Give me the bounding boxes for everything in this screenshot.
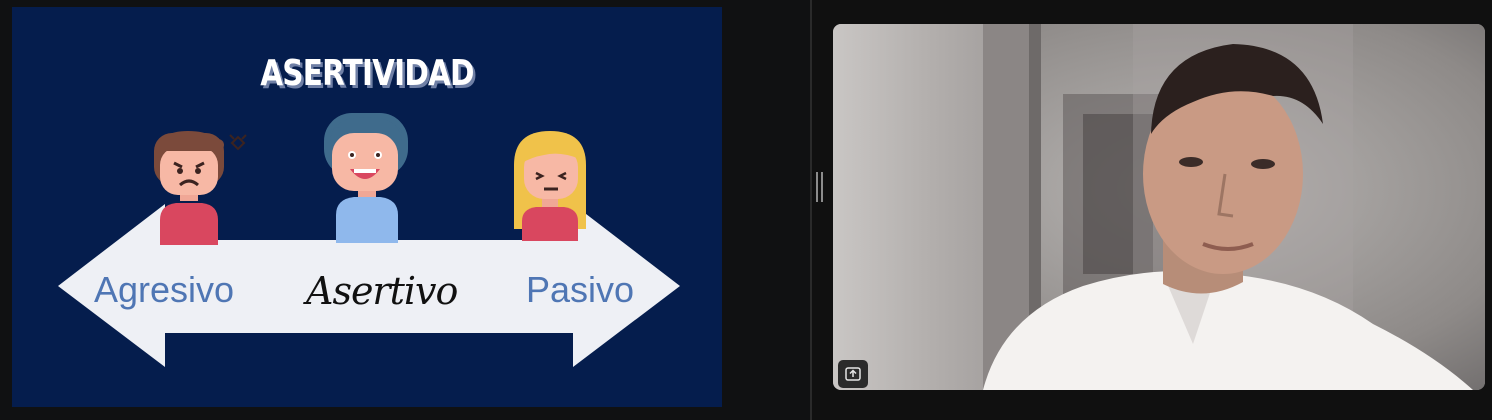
angry-person-icon	[154, 131, 247, 245]
label-pasivo: Pasivo	[526, 269, 635, 310]
upload-arrow-icon	[845, 367, 861, 381]
shared-screen-panel: ASERTIVIDAD Agresivo Asertivo Pasivo	[0, 0, 810, 420]
upload-arrow-button[interactable]	[838, 360, 868, 388]
participant-video-feed	[833, 24, 1485, 390]
assertive-person-icon	[324, 113, 408, 243]
resize-grip-handle[interactable]	[816, 172, 823, 202]
label-asertivo: Asertivo	[306, 269, 458, 313]
label-agresivo: Agresivo	[94, 269, 235, 310]
panel-divider	[810, 0, 812, 420]
presentation-slide: ASERTIVIDAD Agresivo Asertivo Pasivo	[12, 7, 722, 407]
person-video-feed-image	[833, 24, 1485, 390]
passive-person-icon	[514, 131, 586, 241]
